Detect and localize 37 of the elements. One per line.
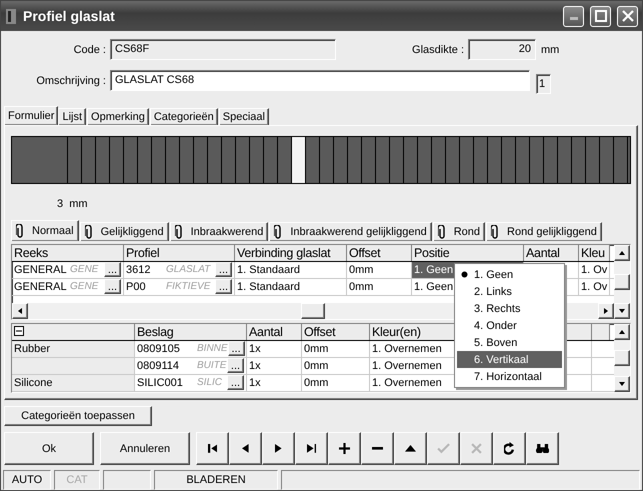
table-cell: 0mm <box>302 358 370 374</box>
table-cell: 1. Standaard <box>235 278 347 295</box>
table-cell: 1x <box>247 340 302 357</box>
table-cell-text: 0809105 <box>137 342 181 356</box>
table-cell: 0mm <box>302 374 370 391</box>
status-pane: BLADEREN <box>154 470 278 490</box>
table-cell-text: GENE <box>70 262 100 277</box>
table-cell: 1. Ov <box>579 278 610 295</box>
table-cell-text: SILIC <box>197 376 224 390</box>
table-cell: BINNE <box>197 342 228 356</box>
counter-field: 1 <box>536 74 551 94</box>
table-cell: 1x <box>247 374 302 391</box>
table-cell: BUITE <box>197 358 227 373</box>
table-cell-text: GENERAL <box>14 280 68 294</box>
table-cell-text: FIKTIEVE <box>166 280 212 294</box>
window-title: Profiel glaslat <box>23 8 116 24</box>
omschrijving-label: Omschrijving : <box>35 74 107 87</box>
table-cell-text: GENERAL <box>14 262 68 277</box>
table-cell-text: GLASLAT <box>166 262 212 277</box>
glasdikte-label: Glasdikte : <box>411 44 465 56</box>
code-label: Code : <box>72 44 107 56</box>
table-cell: 1x <box>247 358 302 374</box>
table-cell-text: GENE <box>70 280 100 294</box>
table-cell-text: 3612 <box>126 262 152 277</box>
strip-reading: 3 mm <box>57 198 89 212</box>
table-cell: 1. Standaard <box>235 262 347 278</box>
table-cell-text: P00 <box>126 280 147 294</box>
row-group-cell: Rubber <box>12 340 135 357</box>
table-cell-text: 0809114 <box>137 358 180 373</box>
table-cell: 0mm <box>302 340 370 357</box>
table-cell: 0mm <box>347 278 412 295</box>
status-pane: AUTO <box>3 470 51 490</box>
table-cell-text: SILIC001 <box>137 376 184 390</box>
status-pane: CAT <box>54 470 100 490</box>
table-cell: 1. Ov <box>579 262 610 278</box>
row-group-cell: Silicone <box>12 374 135 391</box>
unit-label: mm <box>541 44 560 56</box>
